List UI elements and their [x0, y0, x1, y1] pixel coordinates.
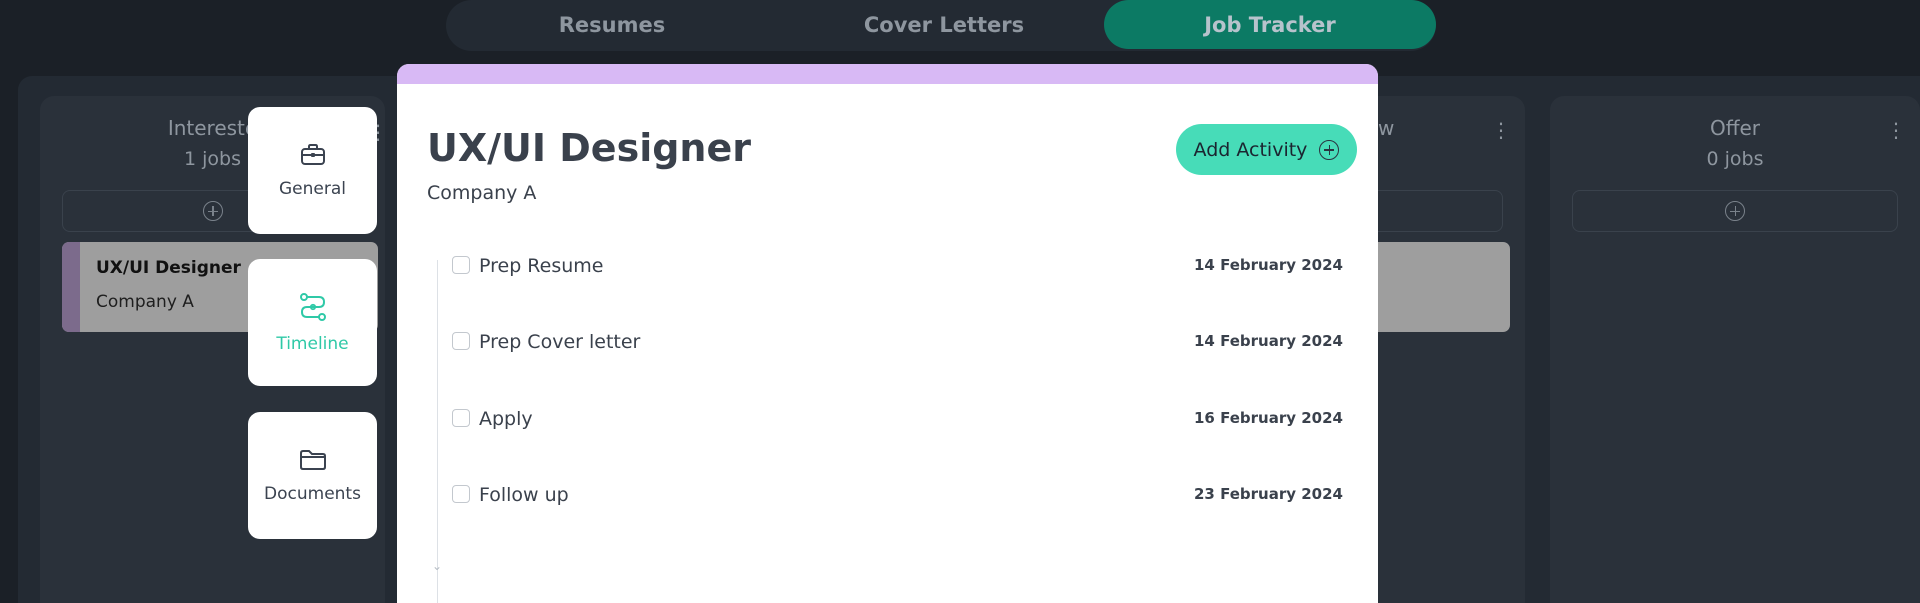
- column-count: 0 jobs: [1706, 148, 1764, 170]
- activity-item: Prep Cover letter 14 February 2024: [452, 331, 1343, 362]
- column-title: w: [1378, 116, 1395, 140]
- activity-item: Prep Resume 14 February 2024: [452, 255, 1343, 286]
- activity-item: Follow up 23 February 2024: [452, 484, 1343, 515]
- plus-circle-icon: [1725, 201, 1745, 221]
- side-nav-documents[interactable]: Documents: [248, 412, 377, 539]
- modal-company: Company A: [427, 182, 537, 204]
- tab-job-tracker[interactable]: Job Tracker: [1104, 0, 1436, 49]
- side-nav-label: Timeline: [276, 333, 349, 354]
- side-nav-timeline[interactable]: Timeline: [248, 259, 377, 386]
- column-menu-icon[interactable]: ⋮: [1491, 120, 1511, 140]
- timeline-line: [437, 260, 438, 603]
- column-menu-icon[interactable]: ⋮: [1886, 120, 1906, 140]
- activity-date: 16 February 2024: [1194, 409, 1343, 427]
- folder-icon: [299, 449, 326, 470]
- activity-item: Apply 16 February 2024: [452, 408, 1343, 439]
- column-title: Offer: [1709, 116, 1761, 140]
- side-nav-label: General: [279, 178, 346, 199]
- modal-header-bar: [397, 64, 1378, 84]
- activity-checkbox[interactable]: [452, 256, 470, 274]
- activity-name: Prep Cover letter: [479, 331, 641, 353]
- add-activity-label: Add Activity: [1193, 138, 1308, 161]
- activity-date: 14 February 2024: [1194, 256, 1343, 274]
- activity-checkbox[interactable]: [452, 332, 470, 350]
- activity-checkbox[interactable]: [452, 485, 470, 503]
- top-tab-bar: Resumes Cover Letters Job Tracker: [446, 0, 1436, 51]
- add-job-button[interactable]: [1572, 190, 1898, 232]
- plus-circle-icon: [1319, 139, 1340, 160]
- tab-cover-letters[interactable]: Cover Letters: [778, 0, 1110, 49]
- side-nav-general[interactable]: General: [248, 107, 377, 234]
- job-detail-modal: UX/UI Designer Company A Add Activity Pr…: [397, 64, 1378, 603]
- plus-circle-icon: [202, 201, 223, 221]
- card-color-stripe: [62, 242, 80, 332]
- activity-date: 23 February 2024: [1194, 485, 1343, 503]
- chevron-down-icon[interactable]: ⌄: [432, 559, 442, 573]
- briefcase-icon: [300, 143, 325, 165]
- activity-name: Prep Resume: [479, 255, 604, 277]
- job-card-title: UX/UI Designer: [96, 258, 241, 278]
- column-offer: Offer 0 jobs ⋮: [1550, 96, 1920, 603]
- tab-resumes[interactable]: Resumes: [446, 0, 778, 49]
- route-icon: [299, 292, 326, 321]
- activity-name: Apply: [479, 408, 533, 430]
- side-nav-label: Documents: [264, 483, 361, 504]
- activity-checkbox[interactable]: [452, 409, 470, 427]
- modal-job-title: UX/UI Designer: [427, 126, 751, 170]
- job-card-company: Company A: [96, 292, 194, 312]
- job-card[interactable]: [1370, 242, 1510, 332]
- activity-name: Follow up: [479, 484, 569, 506]
- add-activity-button[interactable]: Add Activity: [1176, 124, 1357, 175]
- activity-date: 14 February 2024: [1194, 332, 1343, 350]
- add-job-button[interactable]: [1370, 190, 1503, 232]
